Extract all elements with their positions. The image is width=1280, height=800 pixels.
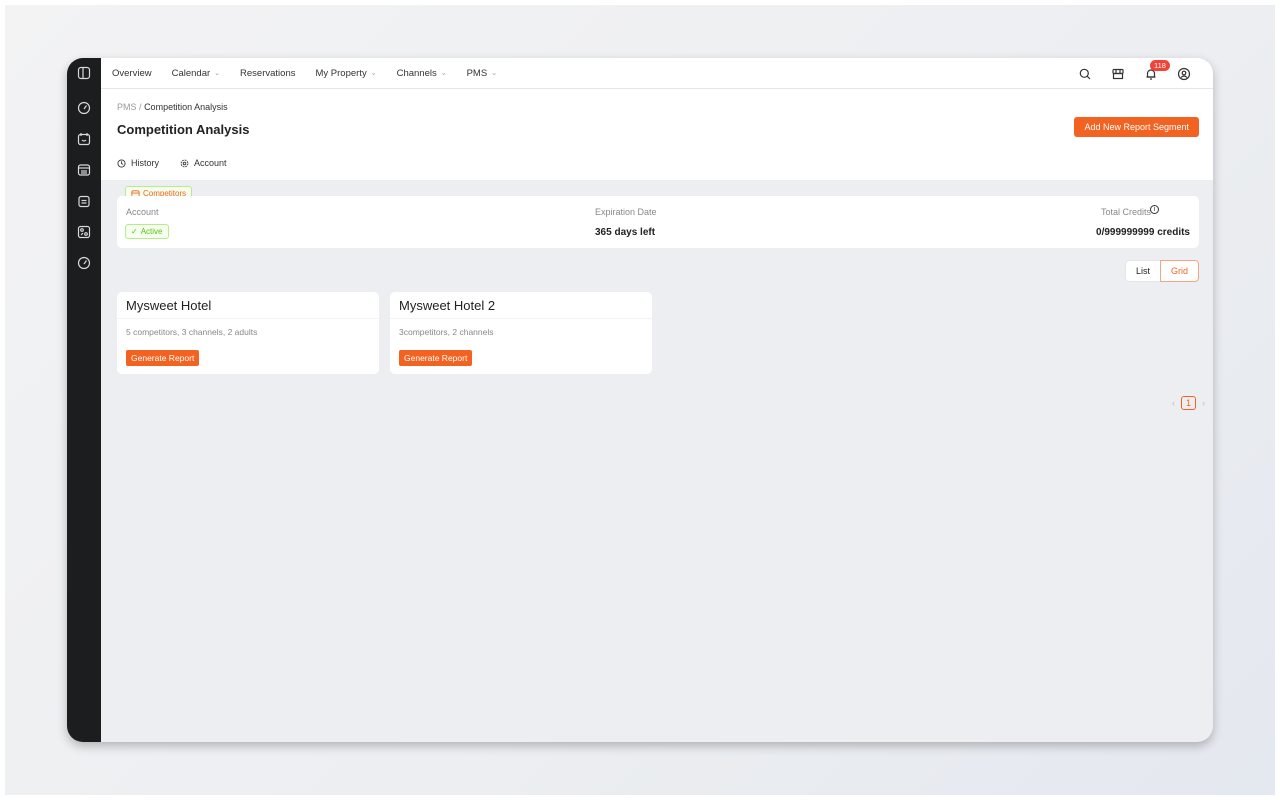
page-title: Competition Analysis <box>117 122 250 137</box>
page-header: PMS / Competition Analysis Competition A… <box>101 89 1213 202</box>
top-nav: Overview Calendar ⌄ Reservations My Prope… <box>101 58 1213 89</box>
history-icon <box>117 158 126 168</box>
notifications-button[interactable]: 118 <box>1144 59 1170 81</box>
nav-channels[interactable]: Channels ⌄ <box>397 68 447 79</box>
notification-badge: 118 <box>1150 59 1170 71</box>
add-report-segment-button[interactable]: Add New Report Segment <box>1074 117 1199 137</box>
info-icon[interactable]: i <box>1150 205 1159 214</box>
status-text: Active <box>140 227 163 236</box>
nav-label: Calendar <box>171 67 211 79</box>
chevron-down-icon: ⌄ <box>370 70 377 77</box>
tab-label: Account <box>194 158 227 168</box>
status-badge: ✓ Active <box>125 224 169 239</box>
breadcrumb-parent[interactable]: PMS <box>117 102 137 112</box>
hotel-summary: 3competitors, 2 channels <box>399 327 494 337</box>
breadcrumb-separator: / <box>139 102 142 112</box>
credits-value: 0/999999999 credits <box>1096 227 1190 238</box>
nav-reservations[interactable]: Reservations <box>240 68 295 79</box>
chevron-down-icon: ⌄ <box>214 70 221 77</box>
sidebar-toggle-icon[interactable] <box>77 66 91 80</box>
generate-report-button[interactable]: Generate Report <box>126 350 200 366</box>
view-toggle: List Grid <box>1124 260 1199 282</box>
nav-overview[interactable]: Overview <box>112 68 152 79</box>
list-view-button[interactable]: List <box>1124 260 1160 282</box>
hotel-card[interactable]: Mysweet Hotel 5 competitors, 3 channels,… <box>117 292 379 374</box>
page-number[interactable]: 1 <box>1180 396 1196 410</box>
nav-label: Overview <box>112 67 152 79</box>
nav-my-property[interactable]: My Property ⌄ <box>315 68 376 79</box>
credits-label: Total Credits <box>1100 207 1151 217</box>
nav-label: My Property <box>315 67 367 79</box>
expiration-value: 365 days left <box>595 227 656 238</box>
account-summary-card: Account ✓ Active Expiration Date 365 days… <box>117 196 1199 248</box>
breadcrumb-current: Competition Analysis <box>144 102 228 112</box>
account-label: Account <box>126 207 159 217</box>
hotel-card[interactable]: Mysweet Hotel 2 3competitors, 2 channels… <box>390 292 652 374</box>
pagination: ‹ 1 › <box>1172 396 1205 410</box>
user-avatar-icon[interactable] <box>1177 67 1191 81</box>
check-circle-icon: ✓ <box>131 227 138 236</box>
gear-icon <box>180 159 189 167</box>
property-map-icon[interactable] <box>77 225 91 239</box>
generate-report-button[interactable]: Generate Report <box>399 350 473 366</box>
hotel-name: Mysweet Hotel <box>117 292 379 319</box>
app-window: Overview Calendar ⌄ Reservations My Prope… <box>67 58 1213 742</box>
nav-label: Reservations <box>240 67 296 79</box>
hotel-summary: 5 competitors, 3 channels, 2 adults <box>126 327 258 337</box>
nav-calendar[interactable]: Calendar ⌄ <box>172 68 220 79</box>
search-icon[interactable] <box>1078 67 1092 81</box>
next-page-icon[interactable]: › <box>1202 398 1205 408</box>
calendar-grid-icon[interactable] <box>77 163 91 177</box>
sidebar <box>67 58 101 742</box>
prev-page-icon[interactable]: ‹ <box>1172 398 1175 408</box>
nav-label: PMS <box>466 67 488 79</box>
chevron-down-icon: ⌄ <box>491 70 498 77</box>
tab-account[interactable]: Account <box>180 158 227 175</box>
breadcrumb: PMS / Competition Analysis <box>117 102 228 112</box>
dashboard-gauge-icon[interactable] <box>77 101 91 115</box>
chevron-down-icon: ⌄ <box>440 70 447 77</box>
grid-view-button[interactable]: Grid <box>1159 260 1199 282</box>
hotel-name: Mysweet Hotel 2 <box>390 292 652 319</box>
store-icon[interactable] <box>1111 67 1125 81</box>
tab-history[interactable]: History <box>117 158 159 175</box>
nav-label: Channels <box>396 67 437 79</box>
tab-label: History <box>131 158 160 168</box>
reservations-list-icon[interactable] <box>77 194 91 208</box>
expiration-label: Expiration Date <box>595 207 657 217</box>
analytics-gauge-icon[interactable] <box>77 256 91 270</box>
calendar-icon[interactable] <box>77 132 91 146</box>
tabs: Competitors History Account <box>117 158 227 202</box>
nav-pms[interactable]: PMS ⌄ <box>467 68 497 79</box>
